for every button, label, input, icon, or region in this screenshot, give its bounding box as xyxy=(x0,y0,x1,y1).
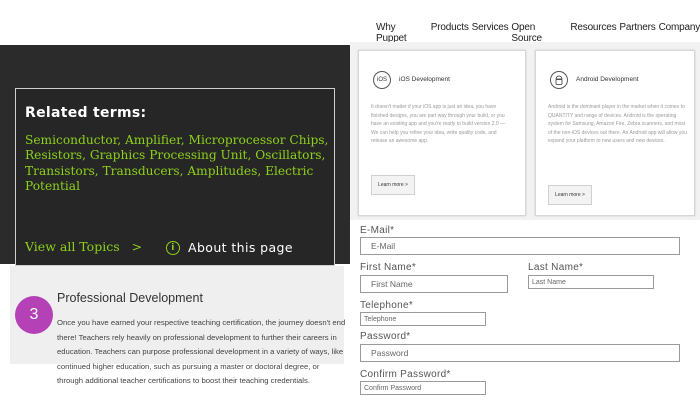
professional-development-body: Once you have earned your respective tea… xyxy=(57,318,346,385)
about-this-page-label: About this page xyxy=(188,240,293,255)
card-title: iOS Development xyxy=(399,76,450,83)
telephone-label: Telephone* xyxy=(360,300,414,311)
professional-development-title: Professional Development xyxy=(57,291,203,305)
nav-item-why-puppet[interactable]: Why Puppet xyxy=(376,22,428,44)
telephone-field[interactable]: Telephone xyxy=(360,312,486,326)
card-description: Android is the dominant player in the ma… xyxy=(548,104,687,144)
about-this-page-link[interactable]: i About this page xyxy=(166,240,293,255)
email-field[interactable]: E-Mail xyxy=(360,237,680,255)
nav-item-company[interactable]: Company xyxy=(659,22,700,44)
password-field[interactable]: Password xyxy=(360,344,680,362)
password-label: Password* xyxy=(360,331,411,342)
last-name-label: Last Name* xyxy=(528,262,584,273)
android-icon xyxy=(550,71,568,89)
info-icon: i xyxy=(166,240,180,255)
email-label: E-Mail* xyxy=(360,225,395,236)
nav-item-partners[interactable]: Partners xyxy=(619,22,655,44)
view-all-topics-label: View all Topics xyxy=(25,239,120,254)
last-name-field[interactable]: Last Name xyxy=(528,275,654,289)
confirm-password-label: Confirm Password* xyxy=(360,369,451,380)
nav-item-open-source[interactable]: Open Source xyxy=(511,22,567,44)
first-name-label: First Name* xyxy=(360,262,417,273)
learn-more-button[interactable]: Learn more > xyxy=(548,185,592,205)
confirm-password-field[interactable]: Confirm Password xyxy=(360,381,486,395)
step-number-badge: 3 xyxy=(15,296,53,334)
android-development-card: Android Development Android is the domin… xyxy=(535,50,695,216)
ios-icon: iOS xyxy=(373,71,391,89)
top-nav: Why Puppet Products Services Open Source… xyxy=(376,22,700,44)
card-description: It doesn't matter if your iOS app is jus… xyxy=(371,104,506,144)
nav-item-resources[interactable]: Resources xyxy=(570,22,616,44)
related-terms-panel: Related terms: Semiconductor, Amplifier,… xyxy=(0,42,350,266)
nav-item-services[interactable]: Services xyxy=(472,22,509,44)
first-name-field[interactable]: First Name xyxy=(360,275,508,293)
card-title: Android Development xyxy=(576,76,639,83)
nav-item-products[interactable]: Products xyxy=(431,22,469,44)
services-cards: iOS iOS Development It doesn't matter if… xyxy=(350,42,700,220)
related-terms-list[interactable]: Semiconductor, Amplifier, Microprocessor… xyxy=(25,133,330,194)
learn-more-button[interactable]: Learn more > xyxy=(371,175,415,195)
divider xyxy=(0,42,350,45)
view-all-topics-link[interactable]: View all Topics > xyxy=(25,239,142,254)
android-glyph xyxy=(555,75,563,85)
related-terms-title: Related terms: xyxy=(25,105,147,121)
chevron-right-icon: > xyxy=(131,239,143,254)
ios-development-card: iOS iOS Development It doesn't matter if… xyxy=(358,50,526,216)
